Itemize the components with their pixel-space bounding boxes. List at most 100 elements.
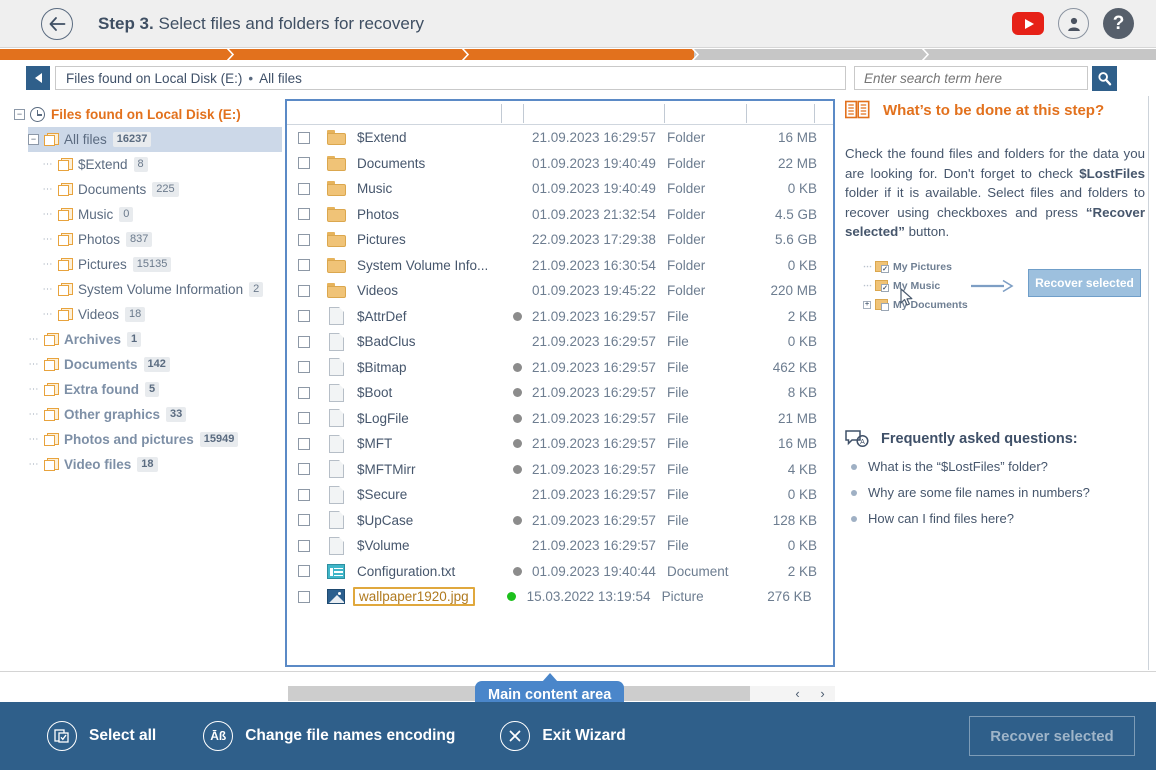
user-account-icon[interactable] (1058, 8, 1089, 39)
tree-expander[interactable]: − (28, 134, 39, 145)
file-name[interactable]: Documents (357, 156, 502, 171)
file-name[interactable]: $Extend (357, 130, 502, 145)
file-name[interactable]: Configuration.txt (357, 564, 502, 579)
tree-item-root[interactable]: − Files found on Local Disk (E:) (14, 102, 282, 127)
file-name[interactable]: $LogFile (357, 411, 502, 426)
tree-item-extra-found[interactable]: ⋯ Extra found 5 (28, 377, 282, 402)
breadcrumb-current[interactable]: All files (259, 71, 302, 86)
table-row[interactable]: Documents 01.09.2023 19:40:49 Folder 22 MB (287, 151, 833, 177)
row-checkbox[interactable] (298, 335, 310, 348)
row-checkbox[interactable] (298, 386, 310, 399)
row-checkbox[interactable] (298, 463, 310, 476)
file-name[interactable]: Videos (357, 283, 502, 298)
nav-back-button[interactable] (26, 66, 50, 90)
table-row[interactable]: Videos 01.09.2023 19:45:22 Folder 220 MB (287, 278, 833, 304)
row-checkbox[interactable] (298, 208, 310, 221)
tree-item-all-files[interactable]: − All files 16237 (28, 127, 282, 152)
tree-item-documents[interactable]: ⋯ Documents 225 (42, 177, 282, 202)
faq-link[interactable]: Why are some file names in numbers? (845, 485, 1145, 500)
tree-item-music[interactable]: ⋯ Music 0 (42, 202, 282, 227)
row-checkbox[interactable] (298, 233, 310, 246)
search-button[interactable] (1092, 65, 1117, 91)
scroll-left-arrow[interactable]: ‹ (785, 686, 810, 701)
file-name[interactable]: $Boot (357, 385, 502, 400)
tree-item-pictures[interactable]: ⋯ Pictures 15135 (42, 252, 282, 277)
file-name[interactable]: $Bitmap (357, 360, 502, 375)
select-all-button[interactable]: Select all (47, 721, 156, 751)
column-divider[interactable] (814, 104, 815, 123)
table-row[interactable]: wallpaper1920.jpg 15.03.2022 13:19:54 Pict… (287, 584, 833, 610)
table-row[interactable]: $LogFile 21.09.2023 16:29:57 File 21 MB (287, 406, 833, 432)
breadcrumb[interactable]: Files found on Local Disk (E:) • All fil… (55, 66, 846, 90)
table-row[interactable]: Pictures 22.09.2023 17:29:38 Folder 5.6 GB (287, 227, 833, 253)
file-name[interactable]: $AttrDef (357, 309, 502, 324)
youtube-icon[interactable] (1012, 12, 1044, 35)
tree-item-video-files[interactable]: ⋯ Video files 18 (28, 452, 282, 477)
table-row[interactable]: Configuration.txt 01.09.2023 19:40:44 Docu… (287, 559, 833, 585)
file-name[interactable]: wallpaper1920.jpg (353, 587, 475, 607)
table-row[interactable]: Photos 01.09.2023 21:32:54 Folder 4.5 GB (287, 202, 833, 228)
file-name[interactable]: Pictures (357, 232, 502, 247)
table-row[interactable]: $MFT 21.09.2023 16:29:57 File 16 MB (287, 431, 833, 457)
file-name[interactable]: $MFT (357, 436, 502, 451)
file-name[interactable]: System Volume Info... (357, 258, 502, 273)
folder-tree[interactable]: − Files found on Local Disk (E:) − All file… (14, 102, 282, 477)
help-question-icon[interactable]: ? (1103, 8, 1134, 39)
file-name[interactable]: Music (357, 181, 502, 196)
tree-item-videos[interactable]: ⋯ Videos 18 (42, 302, 282, 327)
table-row[interactable]: $Volume 21.09.2023 16:29:57 File 0 KB (287, 533, 833, 559)
row-checkbox[interactable] (298, 590, 310, 603)
row-checkbox[interactable] (298, 310, 310, 323)
table-row[interactable]: System Volume Info... 21.09.2023 16:30:54… (287, 253, 833, 279)
file-name[interactable]: $Secure (357, 487, 502, 502)
search-input[interactable] (864, 70, 1087, 86)
file-name[interactable]: $MFTMirr (357, 462, 502, 477)
row-checkbox[interactable] (298, 539, 310, 552)
row-checkbox[interactable] (298, 259, 310, 272)
faq-link[interactable]: How can I find files here? (845, 511, 1145, 526)
file-name[interactable]: $Volume (357, 538, 502, 553)
tree-item-documents[interactable]: ⋯ Documents 142 (28, 352, 282, 377)
scroll-right-arrow[interactable]: › (810, 686, 835, 701)
tree-item-photos-and-pictures[interactable]: ⋯ Photos and pictures 15949 (28, 427, 282, 452)
column-divider[interactable] (523, 104, 524, 123)
column-divider[interactable] (746, 104, 747, 123)
breadcrumb-root[interactable]: Files found on Local Disk (E:) (66, 71, 242, 86)
tree-item-other-graphics[interactable]: ⋯ Other graphics 33 (28, 402, 282, 427)
tree-item-photos[interactable]: ⋯ Photos 837 (42, 227, 282, 252)
table-row[interactable]: $Extend 21.09.2023 16:29:57 Folder 16 MB (287, 125, 833, 151)
row-checkbox[interactable] (298, 514, 310, 527)
table-row[interactable]: $Secure 21.09.2023 16:29:57 File 0 KB (287, 482, 833, 508)
row-checkbox[interactable] (298, 361, 310, 374)
recover-selected-button[interactable]: Recover selected (969, 716, 1135, 756)
file-name[interactable]: $UpCase (357, 513, 502, 528)
row-checkbox[interactable] (298, 437, 310, 450)
table-row[interactable]: $BadClus 21.09.2023 16:29:57 File 0 KB (287, 329, 833, 355)
faq-link[interactable]: What is the “$LostFiles” folder? (845, 459, 1145, 474)
file-list[interactable]: $Extend 21.09.2023 16:29:57 Folder 16 MB Doc… (285, 99, 835, 667)
row-checkbox[interactable] (298, 412, 310, 425)
row-checkbox[interactable] (298, 182, 310, 195)
table-row[interactable]: $Boot 21.09.2023 16:29:57 File 8 KB (287, 380, 833, 406)
tree-item--extend[interactable]: ⋯ $Extend 8 (42, 152, 282, 177)
exit-wizard-button[interactable]: Exit Wizard (500, 721, 626, 751)
back-button[interactable] (41, 7, 73, 40)
table-row[interactable]: $AttrDef 21.09.2023 16:29:57 File 2 KB (287, 304, 833, 330)
row-checkbox[interactable] (298, 157, 310, 170)
table-row[interactable]: $Bitmap 21.09.2023 16:29:57 File 462 KB (287, 355, 833, 381)
change-encoding-button[interactable]: Āß Change file names encoding (203, 721, 455, 751)
table-row[interactable]: Music 01.09.2023 19:40:49 Folder 0 KB (287, 176, 833, 202)
search-field-wrapper[interactable] (854, 66, 1088, 90)
tree-item-archives[interactable]: ⋯ Archives 1 (28, 327, 282, 352)
file-name[interactable]: $BadClus (357, 334, 502, 349)
table-row[interactable]: $MFTMirr 21.09.2023 16:29:57 File 4 KB (287, 457, 833, 483)
column-divider[interactable] (501, 104, 502, 123)
column-divider[interactable] (664, 104, 665, 123)
row-checkbox[interactable] (298, 131, 310, 144)
tree-expander[interactable]: − (14, 109, 25, 120)
row-checkbox[interactable] (298, 284, 310, 297)
tree-item-system-volume-information[interactable]: ⋯ System Volume Information 2 (42, 277, 282, 302)
row-checkbox[interactable] (298, 565, 310, 578)
row-checkbox[interactable] (298, 488, 310, 501)
table-row[interactable]: $UpCase 21.09.2023 16:29:57 File 128 KB (287, 508, 833, 534)
